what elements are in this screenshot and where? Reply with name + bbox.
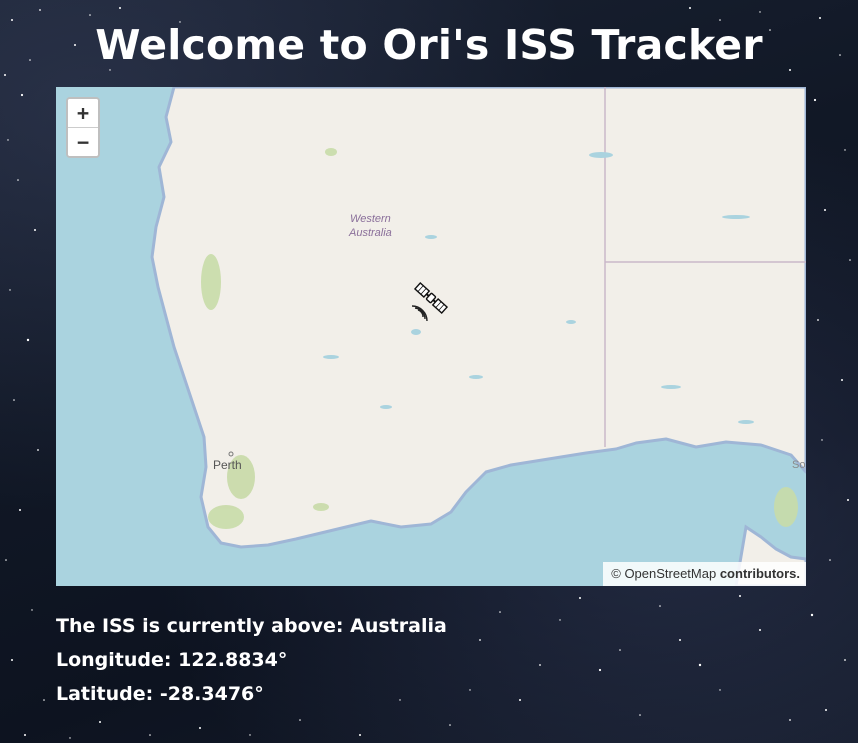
iss-latitude-value: -28.3476°: [159, 683, 264, 705]
iss-longitude-label: Longitude:: [56, 649, 179, 671]
iss-latitude-line: Latitude: -28.3476°: [56, 677, 447, 711]
iss-country-line: The ISS is currently above: Australia: [56, 609, 447, 643]
attribution-suffix: contributors.: [716, 566, 800, 581]
city-label-perth: Perth: [213, 458, 242, 472]
iss-info-panel: The ISS is currently above: Australia Lo…: [56, 609, 447, 711]
state-label-line1: Western: [350, 213, 391, 225]
zoom-control: + −: [66, 97, 100, 158]
map-tiles[interactable]: [56, 87, 806, 586]
openstreetmap-link[interactable]: OpenStreetMap: [624, 566, 716, 581]
zoom-out-button[interactable]: −: [68, 127, 98, 156]
map-edge-label: So: [792, 459, 806, 471]
satellite-icon[interactable]: [408, 277, 454, 323]
iss-country-label: The ISS is currently above:: [56, 615, 351, 637]
page-title: Welcome to Ori's ISS Tracker: [95, 21, 763, 69]
map-attribution: © OpenStreetMap contributors.: [603, 562, 806, 586]
zoom-in-button[interactable]: +: [68, 99, 98, 127]
iss-longitude-value: 122.8834°: [178, 649, 288, 671]
state-label-line2: Australia: [349, 227, 392, 239]
attribution-prefix: ©: [611, 566, 625, 581]
city-dot-icon: [228, 451, 234, 457]
iss-latitude-label: Latitude:: [56, 683, 160, 705]
state-label: Western Australia: [349, 212, 392, 240]
map-container[interactable]: + − Western Australia Perth So © OpenStr…: [56, 87, 806, 586]
iss-longitude-line: Longitude: 122.8834°: [56, 643, 447, 677]
iss-country-value: Australia: [350, 615, 447, 637]
